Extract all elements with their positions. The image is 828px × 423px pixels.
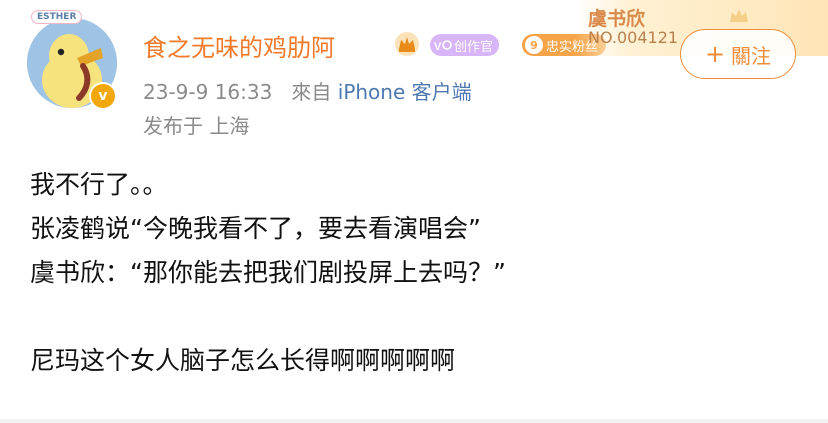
avatar-name-tag: ESTHER (31, 10, 83, 24)
creator-badge[interactable]: V 创作官 (430, 34, 500, 56)
post-client-link[interactable]: iPhone 客户端 (338, 80, 472, 104)
username[interactable]: 食之无味的鸡肋阿 (143, 28, 335, 63)
post-location: 发布于 上海 (143, 114, 250, 138)
svg-text:V: V (434, 41, 442, 52)
vip-crown-icon[interactable] (393, 30, 421, 58)
post-source-prefix: 來自 (291, 80, 332, 104)
follow-button-label: 關注 (731, 43, 772, 68)
post-line: 尼玛这个女人脑子怎么长得啊啊啊啊啊 (30, 346, 456, 375)
fan-card-number: NO.004121 (588, 28, 679, 47)
post-line: 张凌鹤说“今晚我看不了，要去看演唱会” (30, 214, 481, 243)
fan-card-crown-icon (730, 9, 748, 22)
creator-badge-label: 创作官 (454, 39, 494, 55)
follow-button[interactable]: + 關注 (680, 29, 796, 79)
post-line: 我不行了。。 (30, 170, 168, 199)
plus-icon: + (704, 40, 726, 68)
fan-level-heart-icon: 9 (525, 36, 543, 54)
fan-card-title: 虞书欣 (588, 8, 646, 30)
bottom-divider (0, 419, 828, 423)
post-body: 我不行了。。 张凌鹤说“今晚我看不了，要去看演唱会” 虞书欣：“那你能去把我们剧… (30, 163, 810, 383)
avatar[interactable]: ESTHER v (27, 10, 123, 110)
post-timestamp: 23-9-9 16:33 (143, 80, 273, 104)
post-meta: 23-9-9 16:33 來自 iPhone 客户端 (143, 76, 472, 105)
post-line: 虞书欣：“那你能去把我们剧投屏上去吗？” (30, 258, 506, 287)
verified-badge-icon: v (89, 82, 117, 110)
post-line-blank (30, 295, 810, 339)
creator-vip-icon: V (434, 40, 452, 52)
